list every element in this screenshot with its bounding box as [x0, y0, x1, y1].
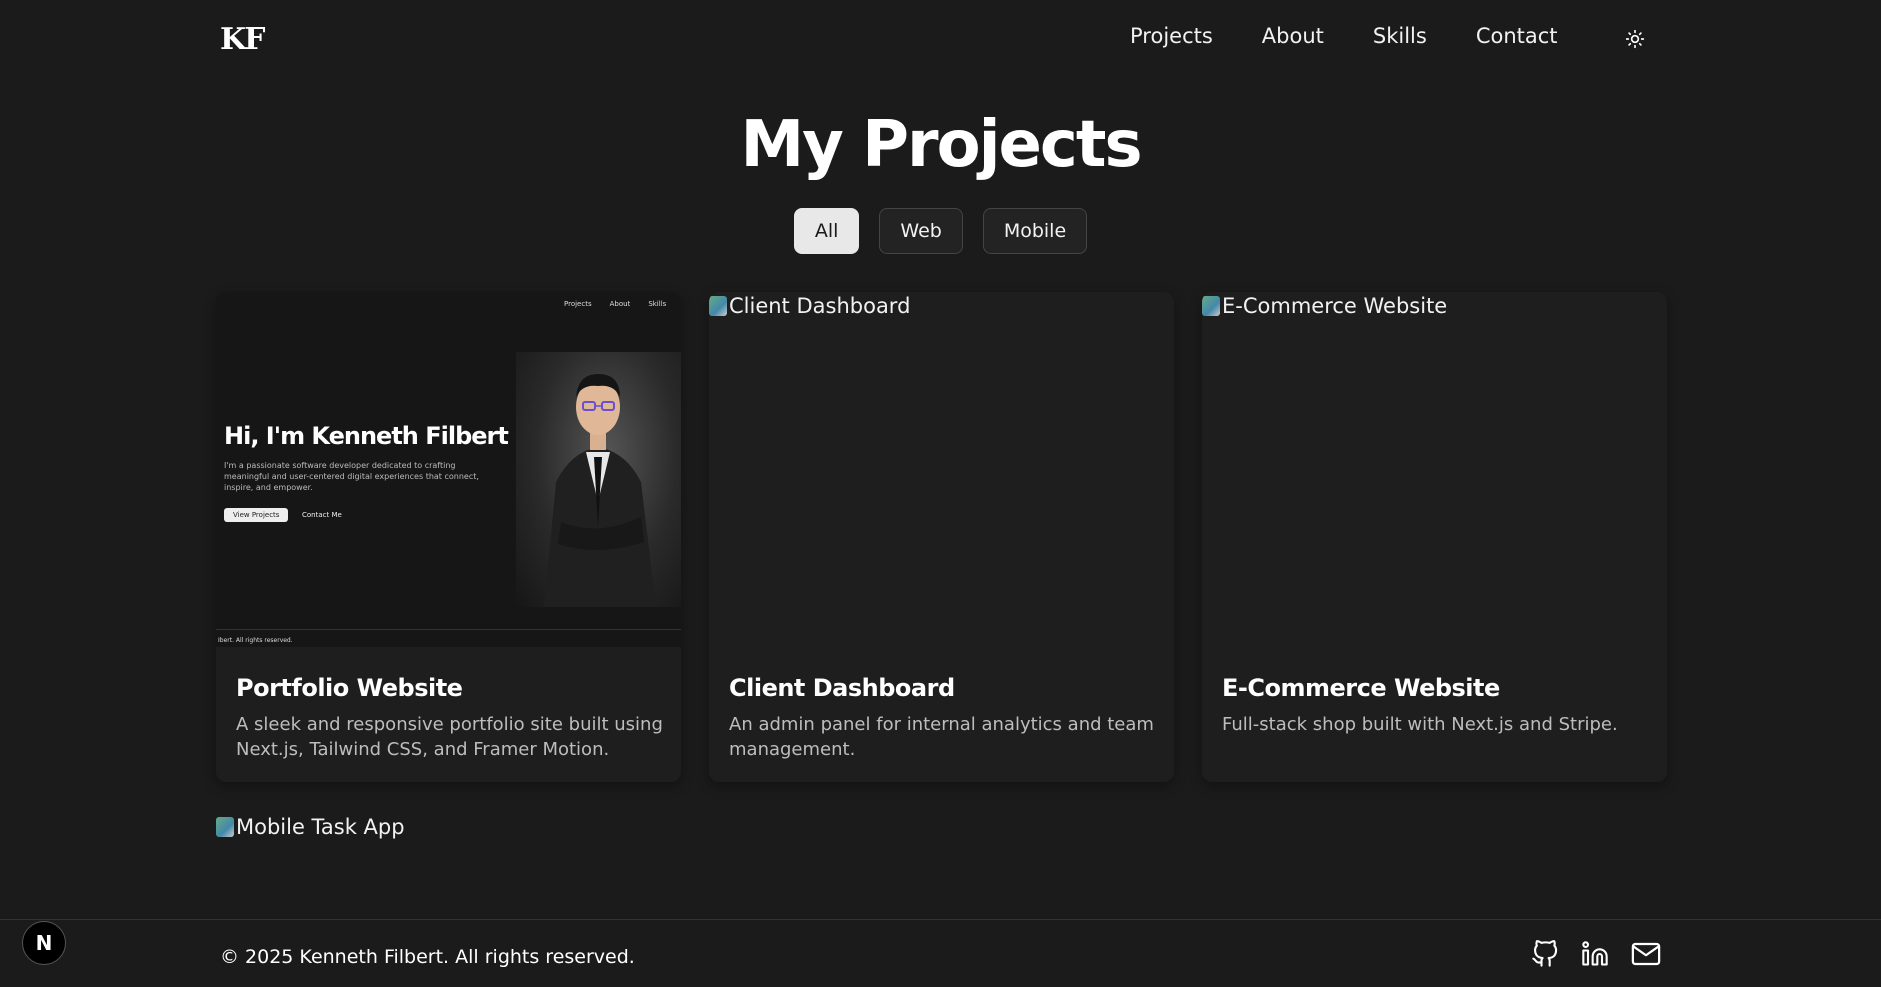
main-nav: Projects About Skills Contact — [1130, 24, 1607, 48]
broken-image-icon — [709, 296, 727, 316]
filter-all-button[interactable]: All — [793, 208, 860, 254]
profile-photo — [516, 352, 681, 607]
email-link[interactable] — [1631, 939, 1661, 969]
project-title: E-Commerce Website — [1222, 674, 1500, 702]
linkedin-link[interactable] — [1580, 939, 1610, 969]
portfolio-screenshot: Projects About Skills C Hi, I'm Kenneth … — [216, 292, 681, 647]
sun-icon — [1625, 29, 1645, 49]
theme-toggle-button[interactable] — [1623, 27, 1647, 51]
image-alt-label: E-Commerce Website — [1222, 294, 1448, 318]
github-link[interactable] — [1530, 939, 1560, 969]
filter-web-button[interactable]: Web — [879, 208, 963, 254]
project-title: Portfolio Website — [236, 674, 463, 702]
project-image: E-Commerce Website — [1202, 292, 1667, 647]
project-filters: All Web Mobile — [0, 208, 1881, 254]
nextjs-dev-badge[interactable]: N — [22, 921, 66, 965]
nav-projects[interactable]: Projects — [1130, 24, 1213, 48]
thumb-bio: I'm a passionate software developer dedi… — [224, 461, 479, 492]
image-alt-text: E-Commerce Website — [1202, 294, 1447, 318]
copyright-text: © 2025 Kenneth Filbert. All rights reser… — [220, 946, 635, 968]
project-description: An admin panel for internal analytics an… — [729, 714, 1154, 760]
nav-skills[interactable]: Skills — [1373, 24, 1427, 48]
project-description: Full-stack shop built with Next.js and S… — [1222, 714, 1618, 735]
project-card-mobile-task[interactable]: Mobile Task App — [216, 815, 405, 839]
linkedin-icon — [1582, 941, 1608, 966]
thumb-nav-item: About — [609, 300, 631, 308]
project-image: Client Dashboard — [709, 292, 1174, 647]
thumb-heading: Hi, I'm Kenneth Filbert — [224, 422, 509, 450]
page-title: My Projects — [740, 108, 1142, 182]
thumb-nav: Projects About Skills C — [564, 300, 681, 308]
broken-image-icon — [216, 817, 234, 837]
thumb-divider — [216, 629, 681, 630]
github-icon — [1532, 940, 1558, 967]
project-card-portfolio[interactable]: Projects About Skills C Hi, I'm Kenneth … — [216, 292, 681, 782]
image-alt-label: Client Dashboard — [729, 294, 911, 318]
filter-mobile-button[interactable]: Mobile — [982, 208, 1088, 254]
project-description: A sleek and responsive portfolio site bu… — [236, 714, 663, 760]
project-card-ecommerce[interactable]: E-Commerce Website E-Commerce Website Fu… — [1202, 292, 1667, 782]
nav-contact[interactable]: Contact — [1476, 24, 1558, 48]
image-alt-label: Mobile Task App — [236, 815, 405, 839]
project-card-client-dashboard[interactable]: Client Dashboard Client Dashboard An adm… — [709, 292, 1174, 782]
thumb-nav-item: Projects — [564, 300, 592, 308]
project-title: Client Dashboard — [729, 674, 955, 702]
thumb-footer: Ibert. All rights reserved. — [218, 637, 293, 644]
nav-about[interactable]: About — [1262, 24, 1324, 48]
broken-image-icon — [1202, 296, 1220, 316]
image-alt-text: Client Dashboard — [709, 294, 910, 318]
mail-icon — [1631, 942, 1661, 966]
thumb-contact-me: Contact Me — [302, 511, 342, 519]
site-footer: © 2025 Kenneth Filbert. All rights reser… — [0, 919, 1881, 987]
thumb-nav-item: Skills — [648, 300, 667, 308]
site-logo[interactable]: KF — [220, 22, 265, 57]
thumb-view-projects: View Projects — [224, 508, 289, 522]
